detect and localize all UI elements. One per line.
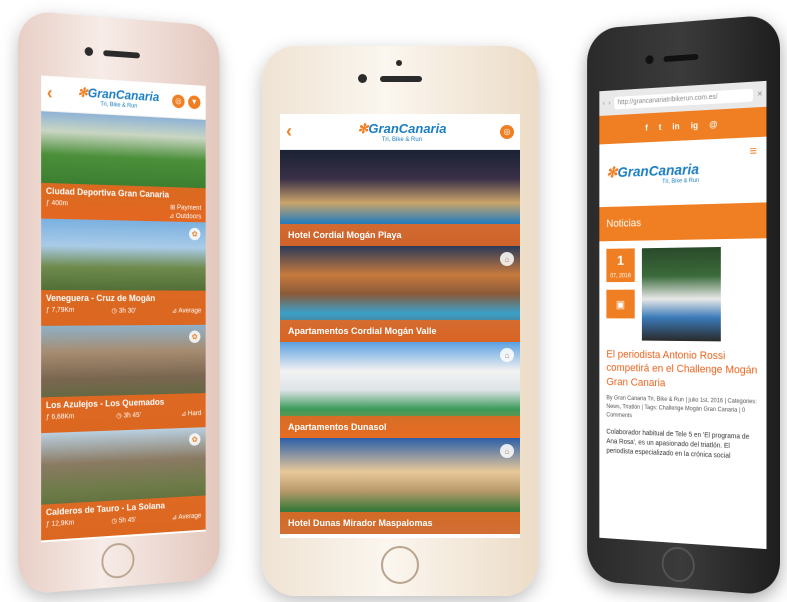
email-icon[interactable]: @: [709, 119, 717, 129]
back-icon[interactable]: ‹: [603, 100, 605, 107]
post-date: 1 07, 2016 ▣: [606, 248, 635, 319]
hotel-card[interactable]: ⌂ Apartamentos Dunasol: [280, 342, 520, 438]
home-icon[interactable]: ⌂: [500, 444, 514, 458]
home-button[interactable]: [101, 542, 135, 580]
route-distance: 400m: [51, 199, 69, 208]
globe-icon[interactable]: ◎: [499, 124, 514, 139]
site-header: ≡ ✻GranCanaria Tri, Bike & Run: [599, 137, 766, 208]
routes-screen: ‹ ✻GranCanaria Tri, Bike & Run ◎ ▼ Ciuda…: [41, 75, 206, 543]
app-logo: ✻GranCanaria Tri, Bike & Run: [77, 84, 160, 110]
hotels-screen: ‹ ✻GranCanaria Tri, Bike & Run ◎ Hotel C…: [280, 114, 520, 538]
filter-icon[interactable]: ▼: [188, 94, 201, 109]
route-distance: 6,68Km: [51, 413, 75, 421]
post-meta: By Gran Canaria Tri, Bike & Run | julio …: [606, 395, 757, 420]
route-level: Outdoors: [175, 213, 202, 221]
camera: [358, 74, 367, 83]
globe-icon[interactable]: ◎: [172, 93, 185, 108]
favorite-icon[interactable]: ✿: [189, 227, 201, 241]
image-icon: ▣: [606, 289, 635, 319]
home-button[interactable]: [661, 545, 695, 584]
linkedin-icon[interactable]: in: [672, 121, 679, 131]
post-photo[interactable]: [641, 246, 721, 342]
hotel-name: Apartamentos Dunasol: [280, 416, 520, 438]
back-arrow-icon[interactable]: ‹: [47, 83, 64, 105]
route-time: 5h 45': [118, 516, 137, 525]
home-icon[interactable]: ⌂: [500, 252, 514, 266]
facebook-icon[interactable]: f: [645, 123, 648, 133]
speaker: [380, 76, 422, 82]
route-card[interactable]: ✿ Calderos de Tauro - La Solana ƒ 12,9Km…: [41, 427, 206, 541]
url-bar[interactable]: http://grancanariatribikerun.com.es/: [614, 88, 754, 109]
logo-text: GranCanaria: [87, 84, 160, 104]
phone-routes-app: ‹ ✻GranCanaria Tri, Bike & Run ◎ ▼ Ciuda…: [18, 10, 220, 595]
route-card[interactable]: Ciudad Deportiva Gran Canaria ƒ 400m ⊞ P…: [41, 111, 206, 223]
route-card[interactable]: ✿ Veneguera - Cruz de Mogán ƒ 7,79Km ◷ 3…: [41, 218, 206, 326]
hotel-card[interactable]: ⌂ Apartamentos Cordial Mogán Valle: [280, 246, 520, 342]
hamburger-menu-icon[interactable]: ≡: [750, 143, 757, 158]
route-level: Hard: [187, 410, 202, 418]
route-time: 3h 30': [118, 307, 137, 315]
phone-hotels-app: ‹ ✻GranCanaria Tri, Bike & Run ◎ Hotel C…: [262, 46, 538, 596]
instagram-icon[interactable]: ig: [691, 120, 698, 130]
route-level: Average: [178, 512, 202, 521]
speaker: [103, 50, 140, 59]
home-icon[interactable]: ⌂: [500, 348, 514, 362]
route-name: Ciudad Deportiva Gran Canaria: [45, 185, 170, 200]
route-name: Los Azulejos - Los Quemados: [45, 397, 165, 411]
site-logo[interactable]: ✻GranCanaria Tri, Bike & Run: [606, 160, 699, 187]
hotel-name: Hotel Dunas Mirador Maspalomas: [280, 512, 520, 534]
sensor: [396, 60, 402, 66]
app-header: ‹ ✻GranCanaria Tri, Bike & Run ◎: [280, 114, 520, 150]
route-distance: 7,79Km: [51, 306, 75, 314]
hotel-name: Hotel Cordial Mogán Playa: [280, 224, 520, 246]
logo-subtitle: Tri, Bike & Run: [381, 136, 423, 143]
post-month: 07, 2016: [606, 273, 635, 283]
speaker: [663, 53, 699, 63]
website-screen: ‹ › http://grancanariatribikerun.com.es/…: [599, 80, 767, 550]
camera: [645, 55, 654, 65]
hotel-card[interactable]: ⌂ Hotel Dunas Mirador Maspalomas: [280, 438, 520, 534]
favorite-icon[interactable]: ✿: [189, 330, 201, 343]
route-name: Veneguera - Cruz de Mogán: [45, 293, 156, 303]
post-day: 1: [606, 248, 635, 274]
route-price: Payment: [176, 204, 202, 212]
section-title: Noticias: [599, 202, 767, 242]
forward-icon[interactable]: ›: [608, 100, 610, 107]
route-level: Average: [178, 307, 202, 315]
route-distance: 12,9Km: [51, 519, 75, 528]
hotel-card[interactable]: Hotel Cordial Mogán Playa: [280, 150, 520, 246]
back-arrow-icon[interactable]: ‹: [286, 121, 304, 142]
camera: [84, 46, 94, 57]
news-post[interactable]: 1 07, 2016 ▣ El periodista Antonio Rossi…: [599, 238, 766, 471]
phone-website: ‹ › http://grancanariatribikerun.com.es/…: [587, 14, 780, 596]
route-card[interactable]: ✿ Los Azulejos - Los Quemados ƒ 6,68Km ◷…: [41, 324, 206, 434]
app-logo: ✻GranCanaria Tri, Bike & Run: [357, 120, 447, 143]
post-excerpt: Colaborador habitual de Tele 5 en 'El pr…: [606, 428, 750, 461]
twitter-icon[interactable]: t: [659, 122, 662, 132]
logo-subtitle: Tri, Bike & Run: [100, 101, 138, 110]
route-time: 3h 45': [123, 412, 141, 420]
hotel-name: Apartamentos Cordial Mogán Valle: [280, 320, 520, 342]
home-button[interactable]: [381, 546, 419, 584]
logo-text: GranCanaria: [368, 120, 447, 136]
close-tab-icon[interactable]: ✕: [757, 90, 763, 98]
post-title[interactable]: El periodista Antonio Rossi competirá en…: [606, 348, 758, 393]
